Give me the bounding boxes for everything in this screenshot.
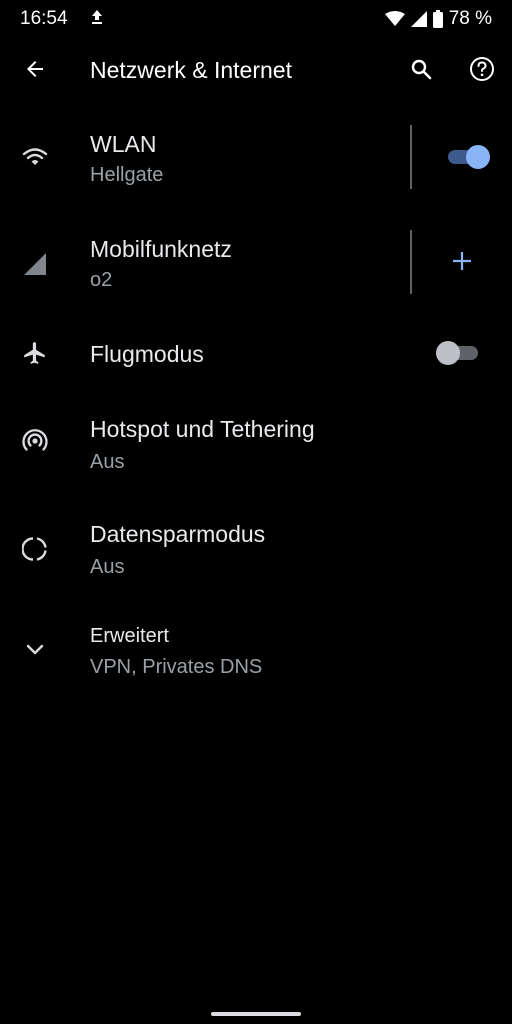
wifi-icon [384, 11, 405, 27]
app-bar: Netzwerk & Internet [0, 38, 512, 102]
cell-signal-icon [14, 243, 56, 285]
hotspot-row[interactable]: Hotspot und Tethering Aus [0, 405, 512, 485]
wlan-toggle[interactable] [444, 143, 490, 171]
mobile-network-title: Mobilfunknetz [90, 236, 232, 262]
upload-icon [90, 9, 104, 30]
help-icon [469, 56, 495, 87]
wlan-row[interactable]: WLAN Hellgate [0, 120, 512, 200]
hotspot-icon [14, 420, 56, 462]
divider [410, 125, 412, 189]
data-saver-subtitle: Aus [90, 556, 125, 578]
wlan-subtitle: Hellgate [90, 164, 164, 186]
arrow-back-icon [23, 57, 47, 86]
mobile-network-row[interactable]: Mobilfunknetz o2 [0, 225, 512, 305]
mobile-network-subtitle: o2 [90, 269, 113, 291]
add-mobile-network-button[interactable] [446, 247, 478, 279]
wlan-title: WLAN [90, 131, 157, 157]
status-time: 16:54 [20, 8, 68, 29]
data-saver-row[interactable]: Datensparmodus Aus [0, 510, 512, 590]
data-saver-icon [14, 528, 56, 570]
cell-signal-icon [410, 11, 427, 27]
divider [410, 230, 412, 294]
status-bar: 16:54 78 % [0, 0, 512, 38]
help-button[interactable] [461, 50, 503, 92]
airplane-mode-row[interactable]: Flugmodus [0, 330, 512, 380]
airplane-mode-toggle[interactable] [436, 339, 482, 367]
airplane-icon [14, 332, 56, 374]
add-icon [452, 251, 472, 276]
back-button[interactable] [14, 50, 56, 92]
advanced-title: Erweitert [90, 625, 169, 647]
advanced-subtitle: VPN, Privates DNS [90, 656, 263, 678]
chevron-down-icon [14, 629, 56, 671]
airplane-mode-title: Flugmodus [90, 341, 204, 367]
hotspot-title: Hotspot und Tethering [90, 416, 315, 442]
search-icon [409, 57, 433, 86]
gesture-nav-bar[interactable] [211, 1012, 301, 1016]
advanced-row[interactable]: Erweitert VPN, Privates DNS [0, 615, 512, 685]
battery-level: 78 % [448, 8, 492, 29]
page-title: Netzwerk & Internet [90, 57, 292, 83]
data-saver-title: Datensparmodus [90, 521, 266, 547]
hotspot-subtitle: Aus [90, 451, 125, 473]
search-button[interactable] [400, 50, 442, 92]
battery-icon [432, 10, 443, 28]
wifi-icon [14, 136, 56, 178]
